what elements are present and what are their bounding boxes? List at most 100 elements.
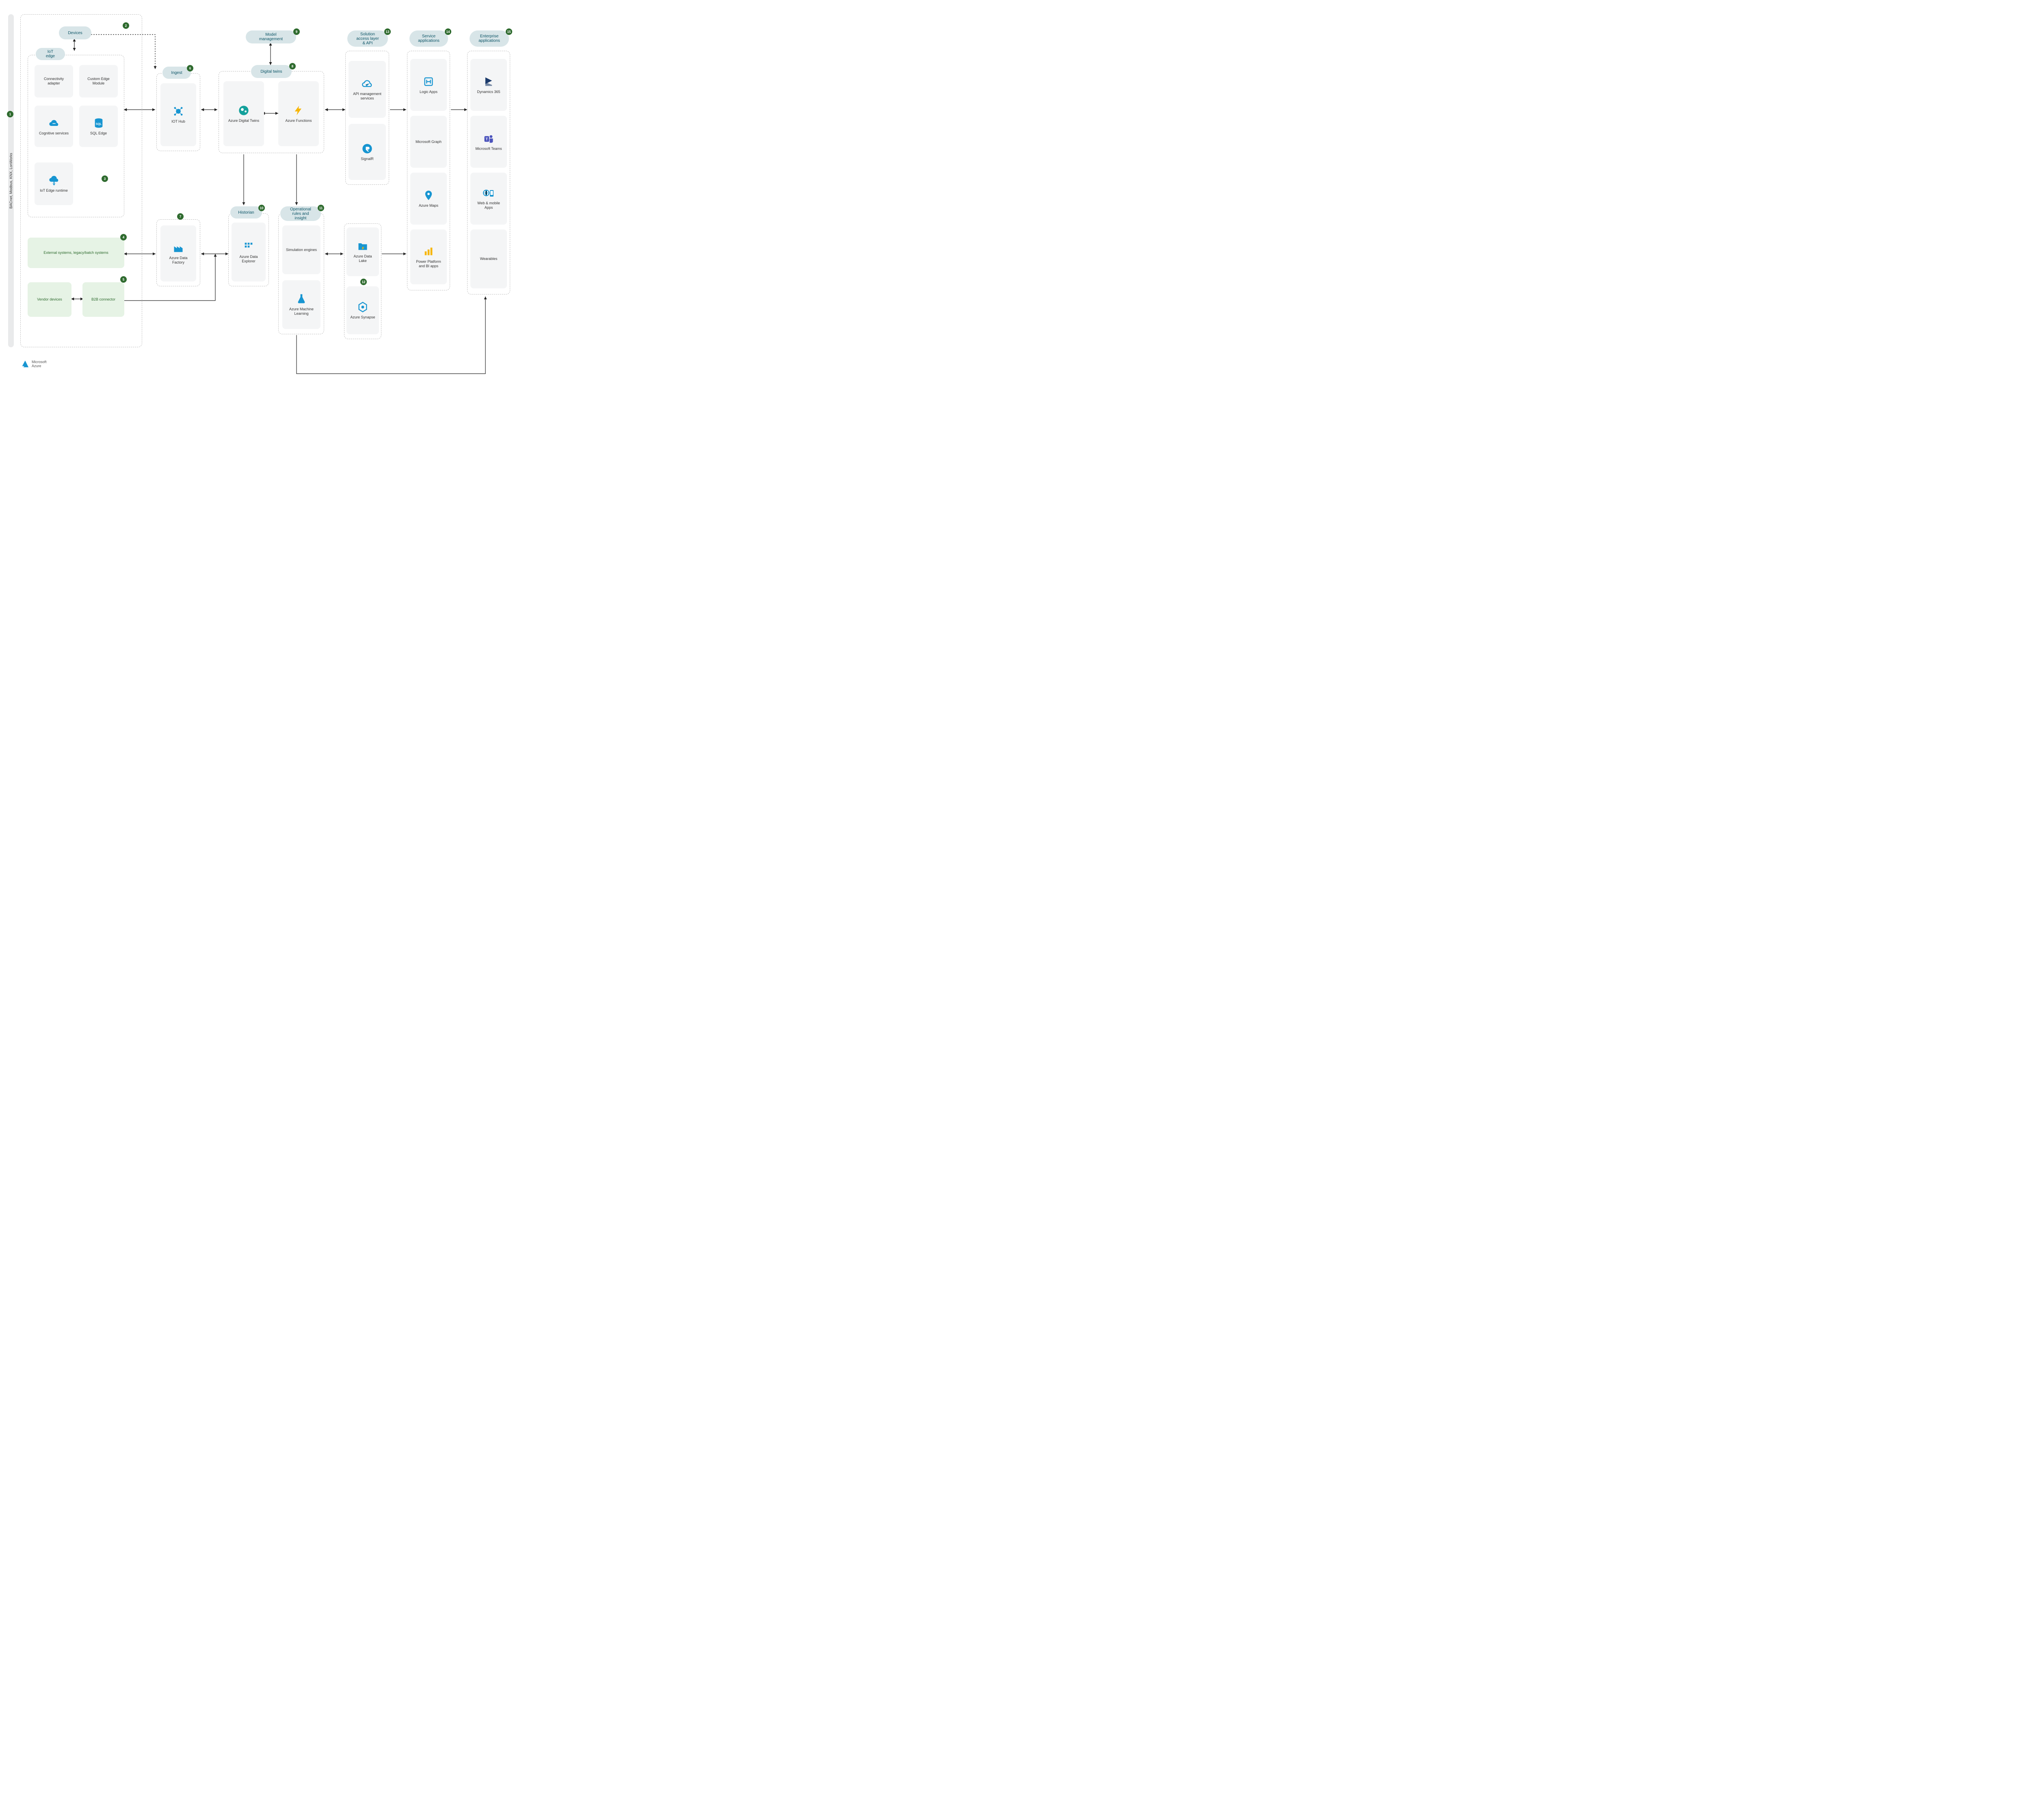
label-cognitive: Cognitive services: [39, 131, 69, 136]
badge-3: 3: [102, 175, 108, 182]
globe-phone-icon: [483, 187, 494, 199]
pill-access-layer: Solution access layer & API: [347, 30, 388, 47]
card-data-explorer: Azure Data Explorer: [232, 223, 266, 281]
badge-9: 9: [293, 28, 300, 35]
label-b2b: B2B connector: [91, 297, 115, 302]
pill-devices: Devices: [59, 26, 91, 39]
functions-lightning-icon: [293, 105, 304, 116]
label-custom-edge: Custom Edge Module: [82, 77, 115, 86]
card-logic-apps: Logic Apps: [410, 59, 447, 111]
signalr-icon: [362, 143, 373, 154]
badge-15: 15: [506, 28, 512, 35]
badge-6: 6: [187, 65, 193, 71]
dynamics-icon: [483, 76, 494, 87]
svg-text:SQL: SQL: [95, 123, 102, 126]
card-azure-digital-twins: Azure Digital Twins: [223, 81, 264, 146]
label-apim: API management services: [352, 92, 383, 101]
sql-database-icon: SQL: [93, 117, 104, 129]
card-machine-learning: Azure Machine Learning: [282, 280, 320, 329]
pill-service-apps: Service applications: [409, 30, 448, 47]
card-signalr: SignalR: [349, 124, 386, 180]
label-d365: Dynamics 365: [477, 90, 500, 94]
label-vendor: Vendor devices: [37, 297, 62, 302]
pill-digital-twins: Digital twins: [251, 65, 292, 78]
protocol-rail-label: BACnet, Modbus, KNX, LonWorks: [9, 153, 13, 209]
factory-icon: [173, 242, 184, 253]
azure-brand: Microsoft Azure: [20, 359, 47, 368]
cloud-download-icon: [48, 175, 60, 186]
label-graph: Microsoft Graph: [416, 140, 442, 144]
card-iot-hub: IOT Hub: [160, 83, 196, 146]
synapse-icon: [357, 301, 368, 313]
card-wearables: Wearables: [470, 229, 507, 288]
bar-chart-icon: [423, 246, 434, 257]
label-data-explorer: Azure Data Explorer: [235, 255, 262, 264]
card-iot-edge-runtime: IoT Edge runtime: [35, 162, 73, 205]
badge-2: 2: [123, 22, 129, 29]
card-synapse: Azure Synapse: [346, 286, 379, 334]
card-simulation-engines: Simulation engines: [282, 225, 320, 274]
label-iot-runtime: IoT Edge runtime: [40, 188, 68, 193]
label-iot-hub: IOT Hub: [171, 119, 185, 124]
card-power-platform: Power Platform and BI apps: [410, 229, 447, 284]
label-data-lake: Azure Data Lake: [350, 254, 376, 263]
label-sim-engines: Simulation engines: [286, 248, 317, 252]
card-web-mobile: Web & mobile Apps: [470, 173, 507, 225]
badge-14: 14: [445, 28, 451, 35]
maps-pin-icon: [423, 190, 434, 201]
data-lake-folder-icon: [357, 240, 368, 252]
svg-text:T: T: [485, 137, 488, 141]
card-external-systems: External systems, legacy/batch systems: [28, 238, 124, 268]
badge-7: 7: [177, 213, 184, 220]
label-teams: Microsoft Teams: [475, 147, 502, 151]
card-cognitive-services: Cognitive services: [35, 106, 73, 147]
data-explorer-icon: [243, 241, 254, 252]
label-logic-apps: Logic Apps: [420, 90, 437, 94]
card-connectivity-adapter: Connectivity adapter: [35, 65, 73, 97]
card-dynamics-365: Dynamics 365: [470, 59, 507, 111]
brand-line-2: Azure: [32, 364, 47, 368]
label-synapse: Azure Synapse: [350, 315, 375, 320]
badge-5: 5: [120, 276, 127, 283]
azure-logo-icon: [20, 359, 29, 368]
label-maps: Azure Maps: [419, 203, 438, 208]
label-wearables: Wearables: [480, 257, 498, 261]
pill-operational: Operational rules and insight: [280, 206, 321, 221]
badge-8: 8: [289, 63, 296, 69]
card-api-management: API management services: [349, 61, 386, 118]
pill-historian: Historian: [230, 206, 262, 219]
badge-11: 11: [318, 205, 324, 211]
diagram-canvas: BACnet, Modbus, KNX, LonWorks 1 Devices …: [0, 0, 520, 391]
logic-apps-icon: [423, 76, 434, 87]
label-ml: Azure Machine Learning: [286, 307, 317, 316]
digital-twins-icon: [238, 105, 249, 116]
badge-12: 12: [360, 279, 367, 285]
cloud-brain-icon: [48, 117, 60, 129]
card-b2b-connector: B2B connector: [82, 282, 124, 317]
card-custom-edge-module: Custom Edge Module: [79, 65, 118, 97]
cloud-api-icon: [362, 78, 373, 89]
protocol-rail: BACnet, Modbus, KNX, LonWorks: [8, 14, 14, 347]
card-sql-edge: SQL SQL Edge: [79, 106, 118, 147]
badge-1: 1: [7, 111, 13, 117]
label-functions: Azure Functions: [285, 119, 312, 123]
label-adt: Azure Digital Twins: [228, 119, 259, 123]
label-connectivity: Connectivity adapter: [38, 77, 70, 86]
badge-10: 10: [258, 205, 265, 211]
pill-model-management: Model management: [246, 30, 296, 43]
ml-flask-icon: [296, 293, 307, 305]
pill-enterprise: Enterprise applications: [470, 30, 509, 47]
brand-line-1: Microsoft: [32, 360, 47, 364]
card-data-factory: Azure Data Factory: [160, 225, 196, 281]
label-external: External systems, legacy/batch systems: [43, 251, 108, 255]
pill-iot-edge: IoT edge: [36, 48, 65, 60]
label-web-mobile: Web & mobile Apps: [474, 201, 504, 210]
badge-4: 4: [120, 234, 127, 240]
label-data-factory: Azure Data Factory: [164, 256, 193, 265]
card-microsoft-graph: Microsoft Graph: [410, 116, 447, 168]
card-microsoft-teams: T Microsoft Teams: [470, 116, 507, 168]
iot-hub-icon: [173, 106, 184, 117]
label-sql-edge: SQL Edge: [90, 131, 107, 136]
card-data-lake: Azure Data Lake: [346, 227, 379, 276]
label-signalr: SignalR: [361, 157, 374, 161]
